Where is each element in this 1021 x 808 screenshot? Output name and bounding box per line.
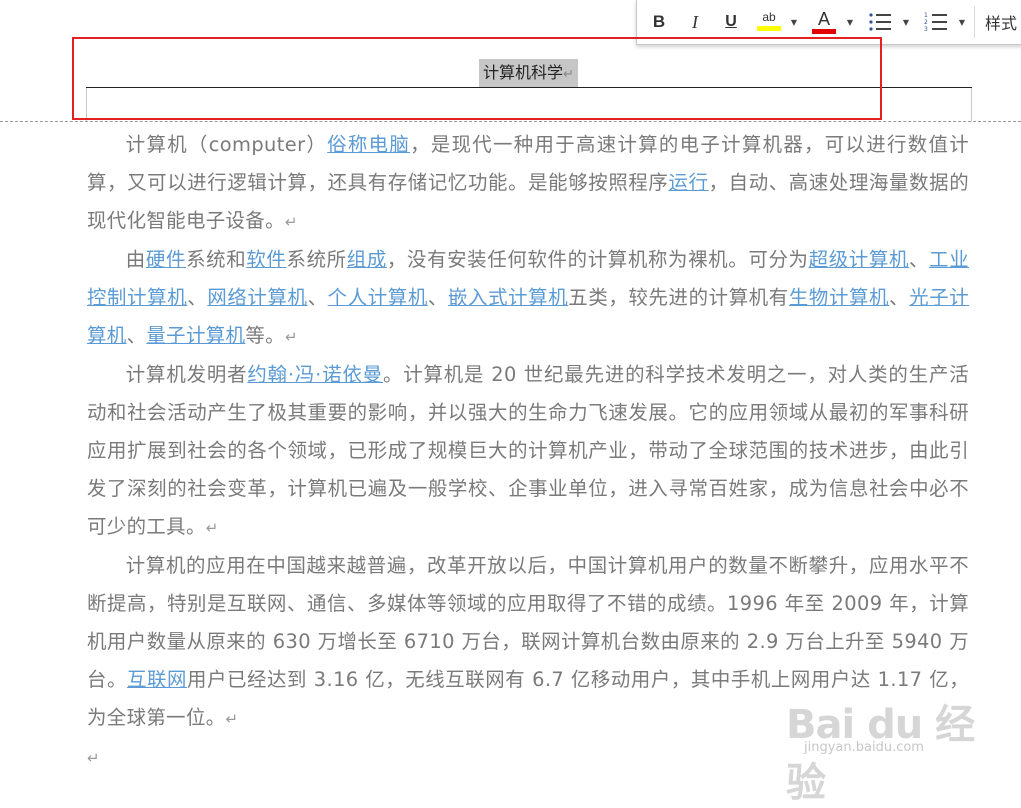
text: 、 [187,286,208,309]
link-run[interactable]: 运行 [668,171,708,194]
header-margin-right [971,88,972,121]
paragraph-3: 计算机发明者约翰·冯·诺依曼。计算机是 20 世纪最先进的科学技术发明之一，对人… [87,356,969,547]
highlight-button[interactable]: ab [755,8,783,36]
header-separator [0,121,1021,122]
text: 系统和 [186,248,247,271]
link-von-neumann[interactable]: 约翰·冯·诺依曼 [247,363,383,386]
link-software[interactable]: 软件 [246,248,286,271]
underline-button[interactable]: U [721,8,741,36]
text: 、 [909,248,930,271]
text: 、 [427,286,448,309]
link-quantum-computer[interactable]: 量子计算机 [146,324,245,347]
paragraph-mark-icon: ↵ [284,328,298,346]
baidu-jingyan-watermark: Bai du 经验 jingyan.baidu.com [786,692,986,806]
italic-button[interactable]: I [685,8,705,36]
bullets-dropdown-icon[interactable]: ▼ [901,8,911,36]
paragraph-mark-icon: ↵ [284,213,298,231]
font-color-icon: A [817,9,830,29]
text: 计算机（computer） [125,133,328,156]
link-hardware[interactable]: 硬件 [146,248,186,271]
numbered-list-icon: 1 2 3 [924,12,947,33]
paragraph-2: 由硬件系统和软件系统所组成，没有安装任何软件的计算机称为裸机。可分为超级计算机、… [87,241,969,356]
svg-text:1: 1 [924,12,928,19]
link-personal-computer[interactable]: 个人计算机 [328,286,428,309]
bullets-button[interactable] [867,8,893,36]
link-nickname[interactable]: 俗称电脑 [327,133,410,156]
link-composition[interactable]: 组成 [347,248,387,271]
bold-button[interactable]: B [649,8,669,36]
text: 系统所 [286,248,347,271]
toolbar-divider [974,6,975,38]
paragraph-1: 计算机（computer）俗称电脑，是现代一种用于高速计算的电子计算机器，可以进… [87,126,969,241]
paragraph-mark-icon: ↵ [205,519,219,537]
paragraph-mark-icon: ↵ [87,749,100,767]
font-color-dropdown-icon[interactable]: ▼ [845,8,855,36]
link-internet[interactable]: 互联网 [127,668,187,691]
text: 计算机发明者 [125,363,248,386]
text: ，没有安装任何软件的计算机称为裸机。可分为 [386,248,809,271]
text: 、 [889,286,910,309]
highlight-dropdown-icon[interactable]: ▼ [789,8,799,36]
link-supercomputer[interactable]: 超级计算机 [809,248,909,271]
font-color-button[interactable]: A [811,8,837,36]
svg-text:2: 2 [924,19,928,26]
svg-text:3: 3 [924,26,928,33]
text: 由 [125,248,146,271]
bullet-list-icon [869,13,891,31]
text: 等。 [245,324,285,347]
link-bio-computer[interactable]: 生物计算机 [789,286,889,309]
highlight-icon: ab [762,10,776,24]
styles-button[interactable]: 样式 [985,8,1021,36]
numbering-button[interactable]: 1 2 3 [923,8,949,36]
document-body[interactable]: 计算机（computer）俗称电脑，是现代一种用于高速计算的电子计算机器，可以进… [87,126,969,777]
font-color-bar [812,29,836,34]
link-network-computer[interactable]: 网络计算机 [207,286,307,309]
watermark-url: jingyan.baidu.com [804,740,924,755]
text: 五类，较先进的计算机有 [568,286,789,309]
text: 、 [307,286,328,309]
text: 、 [126,324,147,347]
highlight-annotation-box [72,37,882,120]
link-embedded-computer[interactable]: 嵌入式计算机 [448,286,568,309]
highlight-color-bar [757,26,781,31]
numbering-dropdown-icon[interactable]: ▼ [957,8,967,36]
text: 。计算机是 20 世纪最先进的科学技术发明之一，对人类的生产活动和社会活动产生了… [87,363,969,538]
paragraph-mark-icon: ↵ [225,710,239,728]
